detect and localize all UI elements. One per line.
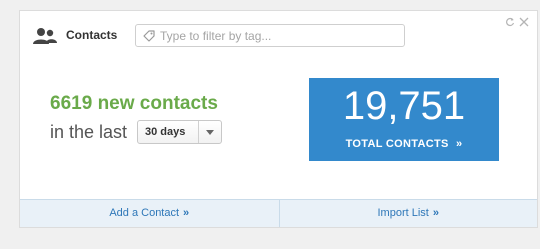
widget-title: Contacts [66, 28, 118, 42]
total-contacts-tile[interactable]: 19,751 TOTAL CONTACTS » [309, 78, 499, 161]
tag-filter-input[interactable] [160, 25, 400, 46]
import-list-button[interactable]: Import List» [278, 200, 538, 227]
contacts-widget: Contacts 6619 new contacts in the last 3… [19, 10, 538, 228]
add-contact-button[interactable]: Add a Contact» [20, 200, 279, 227]
caret-down-icon [206, 130, 214, 135]
refresh-icon[interactable] [505, 17, 515, 27]
total-contacts-value: 19,751 [342, 84, 466, 128]
contacts-icon [33, 28, 57, 44]
period-selected-value: 30 days [145, 126, 186, 138]
widget-footer: Add a Contact» Import List» [20, 199, 537, 227]
period-prefix: in the last [50, 122, 128, 142]
import-list-label: Import List [377, 207, 429, 219]
new-contacts-summary: 6619 new contacts [50, 93, 218, 115]
new-contacts-label: new contacts [97, 93, 218, 114]
period-dropdown[interactable]: 30 days [137, 120, 222, 144]
total-contacts-label-row: TOTAL CONTACTS » [309, 138, 499, 150]
tag-icon [143, 30, 155, 42]
period-dropdown-toggle[interactable] [198, 121, 221, 143]
total-contacts-label: TOTAL CONTACTS [345, 138, 449, 150]
tag-filter[interactable] [135, 24, 405, 47]
add-contact-label: Add a Contact [109, 207, 180, 219]
chevron-right-icon: » [432, 207, 439, 219]
widget-header: Contacts [20, 11, 537, 61]
chevron-right-icon: » [455, 138, 463, 150]
new-contacts-count: 6619 [50, 93, 93, 114]
chevron-right-icon: » [183, 207, 190, 219]
close-icon[interactable] [519, 17, 529, 27]
